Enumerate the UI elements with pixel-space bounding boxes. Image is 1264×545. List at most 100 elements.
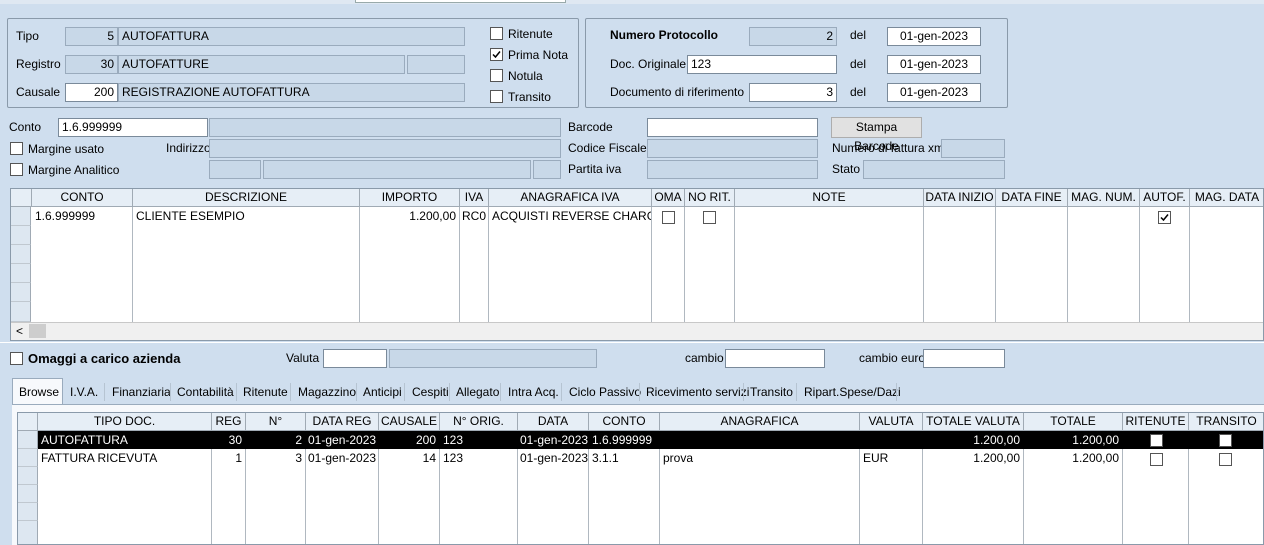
cell-anagrafica-iva[interactable]: ACQUISTI REVERSE CHARGE <box>489 208 651 225</box>
row-header[interactable] <box>18 431 38 449</box>
col-data-inizio[interactable]: DATA INIZIO <box>924 189 996 207</box>
col-causale[interactable]: CAUSALE <box>379 413 440 431</box>
col-anagrafica[interactable]: ANAGRAFICA <box>660 413 860 431</box>
cell-conto[interactable]: 1.6.999999 <box>32 208 132 225</box>
col-reg[interactable]: REG <box>212 413 246 431</box>
notula-checkbox[interactable] <box>490 69 503 82</box>
margine-usato-checkbox[interactable] <box>10 142 23 155</box>
cell-n-orig[interactable]: 123 <box>440 432 517 449</box>
righe-grid[interactable]: CONTO DESCRIZIONE IMPORTO IVA ANAGRAFICA… <box>10 188 1264 341</box>
row-header[interactable] <box>18 485 38 503</box>
valuta-input[interactable] <box>323 349 387 368</box>
cell-n[interactable]: 3 <box>246 450 305 467</box>
row-header[interactable] <box>18 449 38 467</box>
tab-ripart-spese-dazi[interactable]: Ripart.Spese/Dazi <box>804 385 901 399</box>
margine-analitico-checkbox[interactable] <box>10 163 23 176</box>
row-header[interactable] <box>11 264 31 283</box>
conto-input[interactable]: 1.6.999999 <box>58 118 208 137</box>
cell-conto[interactable]: 1.6.999999 <box>589 432 659 449</box>
col-iva[interactable]: IVA <box>460 189 489 207</box>
tab-intra-acq[interactable]: Intra Acq. <box>508 385 559 399</box>
cell-reg[interactable]: 1 <box>212 450 245 467</box>
data-protocollo-input[interactable]: 01-gen-2023 <box>887 27 981 46</box>
col-transito[interactable]: TRANSITO <box>1189 413 1263 431</box>
cell-tipo-doc[interactable]: FATTURA RICEVUTA <box>38 450 211 467</box>
cell-causale[interactable]: 14 <box>379 450 439 467</box>
row-header[interactable] <box>11 245 31 264</box>
col-autof[interactable]: AUTOF. <box>1140 189 1190 207</box>
cell-tipo-doc[interactable]: AUTOFATTURA <box>38 432 211 449</box>
scroll-left-arrow[interactable]: < <box>11 323 28 340</box>
row-header[interactable] <box>18 467 38 485</box>
horizontal-scrollbar[interactable] <box>11 322 1263 340</box>
col-ritenute[interactable]: RITENUTE <box>1123 413 1189 431</box>
cell-data[interactable]: 01-gen-2023 <box>518 450 588 467</box>
tab-iva[interactable]: I.V.A. <box>70 385 98 399</box>
row-header[interactable] <box>18 503 38 521</box>
row-header[interactable] <box>18 521 38 544</box>
tab-ritenute[interactable]: Ritenute <box>243 385 288 399</box>
col-totale[interactable]: TOTALE <box>1024 413 1123 431</box>
tab-magazzino[interactable]: Magazzino <box>298 385 356 399</box>
col-descrizione[interactable]: DESCRIZIONE <box>133 189 360 207</box>
data-doc-riferimento-input[interactable]: 01-gen-2023 <box>887 83 981 102</box>
col-data-reg[interactable]: DATA REG <box>306 413 379 431</box>
ritenute-row-checkbox[interactable] <box>1150 453 1163 466</box>
col-n[interactable]: N° <box>246 413 306 431</box>
cell-iva[interactable]: RC0 <box>460 208 488 225</box>
cell-totale-valuta[interactable]: 1.200,00 <box>923 450 1023 467</box>
ritenute-row-checkbox[interactable] <box>1150 434 1163 447</box>
tab-finanziaria[interactable]: Finanziaria <box>112 385 171 399</box>
prima-nota-checkbox[interactable] <box>490 48 503 61</box>
row-header[interactable] <box>11 283 31 302</box>
tab-allegato[interactable]: Allegato <box>456 385 499 399</box>
cell-descrizione[interactable]: CLIENTE ESEMPIO <box>133 208 359 225</box>
cambio-input[interactable] <box>725 349 825 368</box>
col-no-rit[interactable]: NO RIT. <box>685 189 735 207</box>
oma-checkbox[interactable] <box>662 211 675 224</box>
data-doc-originale-input[interactable]: 01-gen-2023 <box>887 55 981 74</box>
row-header[interactable] <box>11 302 31 322</box>
transito-row-checkbox[interactable] <box>1219 434 1232 447</box>
transito-checkbox[interactable] <box>490 90 503 103</box>
col-mag-data[interactable]: MAG. DATA <box>1190 189 1263 207</box>
autof-checkbox[interactable] <box>1158 211 1171 224</box>
tab-browse-label[interactable]: Browse <box>19 385 59 399</box>
browse-grid[interactable]: TIPO DOC. REG N° DATA REG CAUSALE N° ORI… <box>17 412 1264 545</box>
stampa-barcode-button[interactable]: Stampa Barcode <box>831 117 922 153</box>
col-data[interactable]: DATA <box>518 413 589 431</box>
cell-valuta[interactable]: EUR <box>860 450 922 467</box>
col-totale-valuta[interactable]: TOTALE VALUTA <box>923 413 1024 431</box>
cell-n[interactable]: 2 <box>246 432 305 449</box>
cell-anagrafica[interactable]: prova <box>660 450 859 467</box>
cell-n-orig[interactable]: 123 <box>440 450 517 467</box>
row-header[interactable] <box>11 226 31 245</box>
tab-transito[interactable]: Transito <box>750 385 793 399</box>
cell-reg[interactable]: 30 <box>212 432 245 449</box>
causale-code-input[interactable]: 200 <box>65 83 118 102</box>
cell-data[interactable]: 01-gen-2023 <box>518 432 588 449</box>
cambio-euro-input[interactable] <box>923 349 1005 368</box>
tab-ricevimento-servizi[interactable]: Ricevimento servizi <box>646 385 749 399</box>
col-conto[interactable]: CONTO <box>589 413 660 431</box>
tab-contabilita[interactable]: Contabilità <box>177 385 234 399</box>
cell-totale-valuta[interactable]: 1.200,00 <box>923 432 1023 449</box>
col-anagrafica-iva[interactable]: ANAGRAFICA IVA <box>489 189 652 207</box>
cell-data-reg[interactable]: 01-gen-2023 <box>306 450 378 467</box>
barcode-input[interactable] <box>647 118 818 137</box>
tab-anticipi[interactable]: Anticipi <box>363 385 402 399</box>
col-importo[interactable]: IMPORTO <box>360 189 460 207</box>
scrollbar-thumb[interactable] <box>29 324 46 338</box>
col-conto[interactable]: CONTO <box>32 189 133 207</box>
tab-cespiti[interactable]: Cespiti <box>412 385 449 399</box>
col-note[interactable]: NOTE <box>735 189 924 207</box>
col-mag-num[interactable]: MAG. NUM. <box>1068 189 1140 207</box>
tab-ciclo-passivo[interactable]: Ciclo Passivo <box>569 385 641 399</box>
cell-causale[interactable]: 200 <box>379 432 439 449</box>
col-data-fine[interactable]: DATA FINE <box>996 189 1068 207</box>
col-tipo-doc[interactable]: TIPO DOC. <box>38 413 212 431</box>
cell-totale[interactable]: 1.200,00 <box>1024 432 1122 449</box>
row-header[interactable] <box>11 207 31 226</box>
doc-originale-input[interactable]: 123 <box>687 55 837 74</box>
cell-totale[interactable]: 1.200,00 <box>1024 450 1122 467</box>
